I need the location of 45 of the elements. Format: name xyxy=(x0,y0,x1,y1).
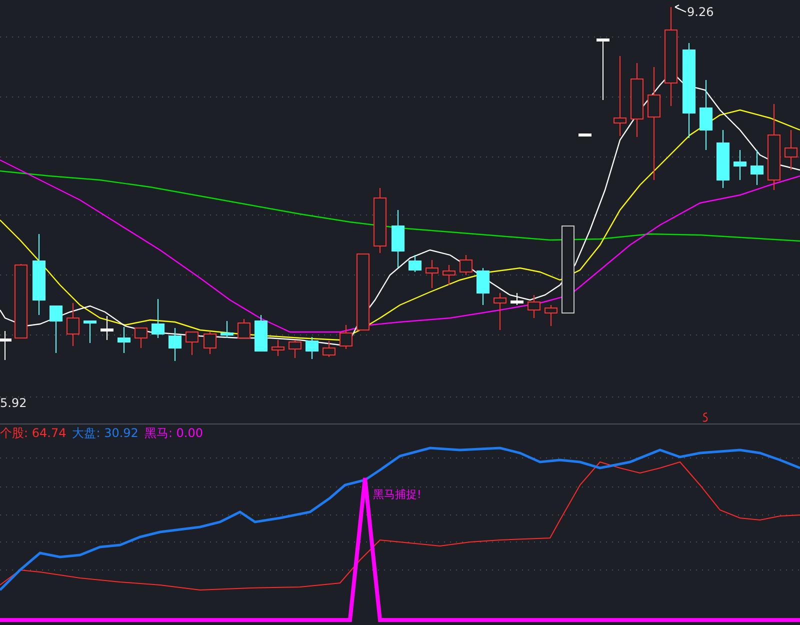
candlestick xyxy=(784,130,798,170)
high-price-label: 9.26 xyxy=(687,5,714,19)
candlestick xyxy=(750,150,764,186)
candlestick xyxy=(408,254,422,272)
candlestick xyxy=(322,340,336,358)
candlestick xyxy=(168,328,182,362)
candlestick xyxy=(596,38,610,100)
candlestick xyxy=(528,294,540,318)
candlestick xyxy=(476,268,490,306)
candlestick xyxy=(0,330,12,360)
candlestick xyxy=(494,292,506,330)
candlestick xyxy=(460,254,472,276)
legend-value: 个股: 64.74 xyxy=(0,426,66,440)
candlestick xyxy=(374,188,386,254)
candlestick xyxy=(734,150,746,180)
candlestick xyxy=(716,130,730,188)
candlestick xyxy=(544,304,558,326)
candlestick xyxy=(134,328,148,348)
candlestick xyxy=(220,320,234,338)
candlestick xyxy=(700,80,712,150)
candlestick xyxy=(186,332,198,356)
legend-value: 大盘: 30.92 xyxy=(72,426,138,440)
candlestick xyxy=(118,326,130,354)
low-price-label: 5.92 xyxy=(0,396,27,410)
candlestick xyxy=(84,320,96,344)
candlestick xyxy=(100,316,114,340)
candlestick xyxy=(204,332,216,354)
signal-label: 黑马捕捉! xyxy=(373,488,422,502)
candlestick xyxy=(50,306,62,354)
legend-value: 黑马: 0.00 xyxy=(144,426,204,440)
candlestick xyxy=(392,210,404,268)
candlestick xyxy=(152,298,164,338)
candlestick xyxy=(288,340,302,358)
candlestick xyxy=(238,318,250,338)
candlestick xyxy=(426,260,438,288)
signal-mark-icon xyxy=(702,412,708,422)
candlestick xyxy=(306,336,318,360)
candlestick xyxy=(272,340,284,356)
candlestick xyxy=(510,292,524,306)
candlestick xyxy=(442,264,456,286)
high-pointer-icon xyxy=(674,4,686,12)
candlestick xyxy=(578,134,592,136)
candlestick xyxy=(254,314,268,352)
candlestick xyxy=(340,324,352,350)
candlestick xyxy=(66,302,80,346)
